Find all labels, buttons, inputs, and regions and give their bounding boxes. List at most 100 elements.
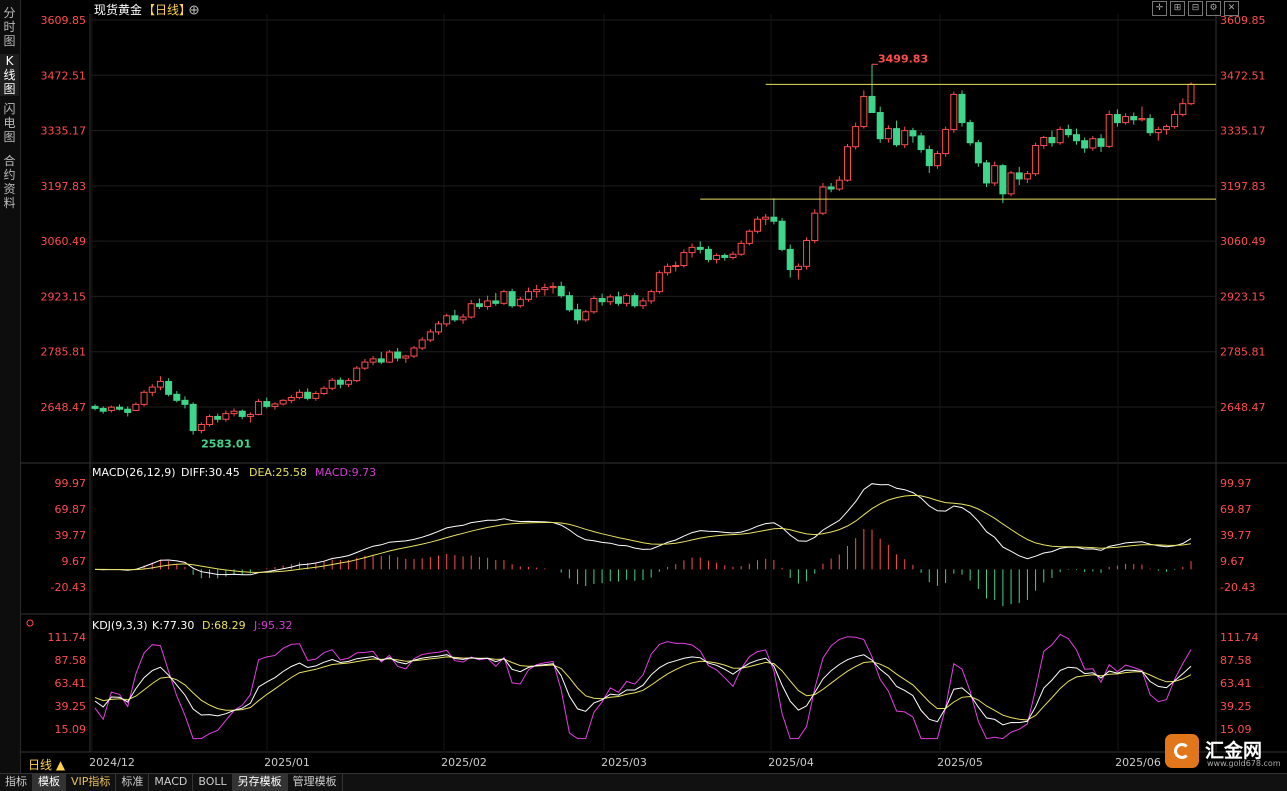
kdj-tick-left: 15.09 [55, 723, 87, 736]
date-label: 2025/02 [441, 756, 487, 769]
candle-body [271, 403, 279, 407]
candle-body [156, 380, 164, 388]
candle-body [565, 295, 573, 311]
candle-body [549, 285, 557, 289]
candle-body [614, 296, 622, 304]
macd-tick-right: 39.77 [1220, 529, 1252, 542]
candle-body [762, 216, 770, 220]
bottom-tab-template[interactable]: 模板 [33, 774, 66, 791]
price-tick-left: 3060.49 [41, 235, 87, 248]
date-label: 2025/03 [601, 756, 647, 769]
bottom-tab-macd[interactable]: MACD [149, 774, 194, 791]
candle-body [688, 246, 696, 254]
candle-body [598, 298, 606, 303]
candle-body [745, 230, 753, 244]
candle-body [704, 248, 712, 260]
candle-body [827, 186, 835, 190]
candle-body [140, 391, 148, 405]
candle-body [794, 265, 802, 271]
candle-body [713, 254, 721, 260]
price-tick-left: 3472.51 [41, 69, 87, 82]
candle-body [1064, 128, 1072, 136]
candle-body [860, 95, 868, 128]
price-chart[interactable]: 3609.85 3609.853472.51 3472.513335.17 3335.… [0, 0, 1287, 773]
candle-body [1097, 138, 1105, 147]
candle-body [1048, 136, 1056, 144]
candle-body [124, 408, 132, 413]
candle-body [737, 242, 745, 255]
candle-body [1105, 114, 1113, 147]
high-annotation: 3499.83 [878, 52, 928, 65]
candle-body [475, 303, 483, 308]
candle-body [320, 387, 328, 395]
candle-body [786, 248, 794, 271]
candle-body [99, 407, 107, 412]
kdj-tick-right: 87.58 [1220, 654, 1252, 667]
zoom-out-icon[interactable]: ⊟ [1188, 1, 1203, 16]
bottom-tab-indicator[interactable]: 指标 [0, 774, 33, 791]
candle-body [582, 311, 590, 321]
date-label: 2025/01 [264, 756, 310, 769]
candle-body [459, 316, 467, 321]
candle-body [778, 220, 786, 250]
macd-tick-right: 99.97 [1220, 477, 1252, 490]
candle-body [1056, 128, 1064, 144]
candle-body [999, 165, 1007, 195]
candle-body [132, 403, 140, 411]
kdj-tick-left: 63.41 [55, 677, 87, 690]
candle-body [435, 323, 443, 333]
candle-body [909, 130, 917, 137]
macd-tick-left: 99.97 [55, 477, 87, 490]
candle-body [901, 130, 909, 146]
candle-body [377, 358, 385, 363]
candle-body [754, 218, 762, 232]
candle-body [1130, 116, 1138, 121]
date-label: 2025/04 [768, 756, 814, 769]
candle-body [394, 351, 402, 359]
logo-url: www.gold678.com [1207, 759, 1281, 768]
candle-body [1089, 138, 1097, 149]
candle-body [410, 347, 418, 357]
candle-body [590, 298, 598, 313]
price-tick-right: 2785.81 [1220, 346, 1266, 359]
price-tick-left: 2648.47 [41, 401, 87, 414]
bottom-tabbar: 指标 模板 VIP指标 标准 MACD BOLL 另存模板 管理模板 [0, 773, 1287, 791]
macd-tick-right: 9.67 [1220, 555, 1245, 568]
candle-body [181, 399, 189, 405]
macd-tick-left: 39.77 [55, 529, 87, 542]
kdj-d-line [94, 656, 1192, 721]
candle-body [1138, 118, 1146, 121]
crosshair-icon[interactable]: ✛ [1152, 1, 1167, 16]
candle-body [942, 128, 950, 155]
bottom-tab-manage-template[interactable]: 管理模板 [288, 774, 343, 791]
candle-body [876, 112, 884, 140]
bottom-tab-vip-indicator[interactable]: VIP指标 [66, 774, 117, 791]
candle-body [917, 135, 925, 151]
candle-body [492, 300, 500, 304]
logo: 汇金网 www.gold678.com [1165, 734, 1283, 770]
candle-body [639, 300, 647, 307]
settings-icon[interactable]: ⚙ [1206, 1, 1221, 16]
price-tick-right: 3335.17 [1220, 125, 1266, 138]
candle-body [1113, 114, 1121, 124]
macd-macd-value: MACD:9.73 [315, 466, 376, 479]
bottom-tab-standard[interactable]: 标准 [116, 774, 150, 791]
zoom-in-icon[interactable]: ⊞ [1170, 1, 1185, 16]
price-tick-left: 3609.85 [41, 14, 87, 27]
candle-body [1023, 173, 1031, 180]
candle-body [843, 146, 851, 181]
candle-body [508, 291, 516, 307]
candle-body [214, 415, 222, 420]
candle-body [803, 240, 811, 267]
candle-body [312, 393, 320, 399]
candle-body [295, 391, 303, 399]
candle-body [336, 379, 344, 385]
bottom-tab-boll[interactable]: BOLL [193, 774, 233, 791]
close-icon[interactable]: ✕ [1224, 1, 1239, 16]
period-button[interactable]: 日线 ▲ [28, 756, 65, 773]
candle-body [811, 212, 819, 242]
candle-body [606, 296, 614, 303]
macd-tick-right: -20.43 [1220, 581, 1255, 594]
candle-body [426, 331, 434, 341]
bottom-tab-save-template[interactable]: 另存模板 [232, 774, 288, 791]
